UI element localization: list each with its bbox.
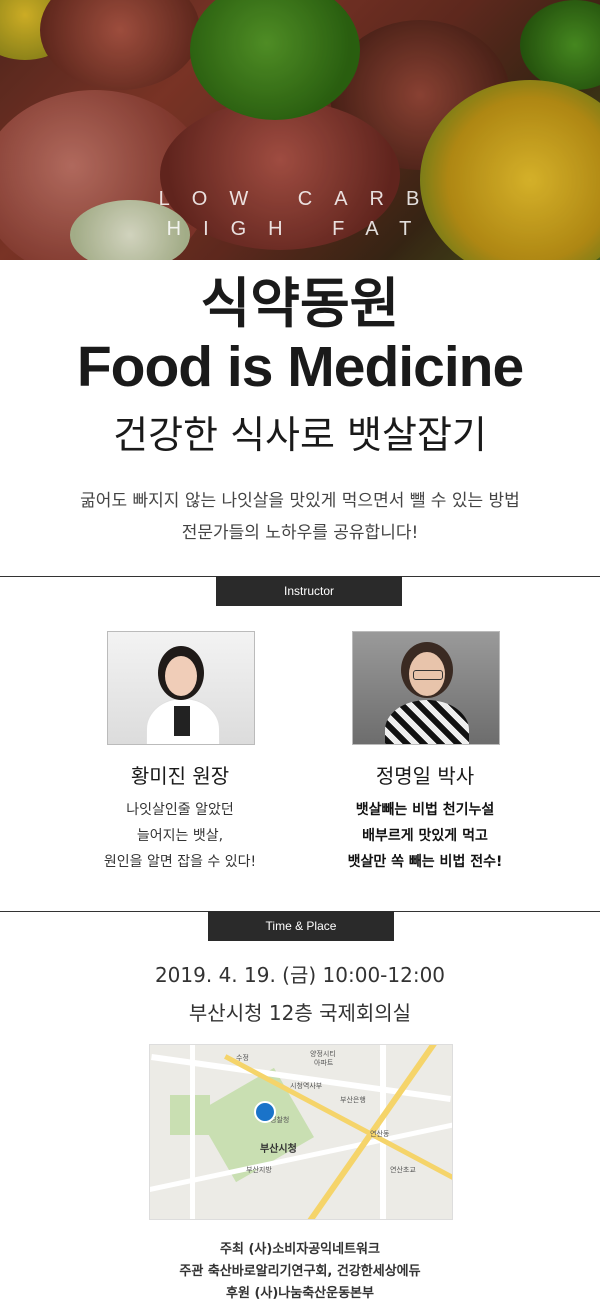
map-center-label: 부산시청 <box>260 1144 297 1155</box>
map-label: 아파트 <box>314 1059 334 1067</box>
glasses <box>413 670 443 680</box>
bio-line: 원인을 알면 잡을 수 있다! <box>103 854 257 870</box>
map-label: 연산동 <box>370 1130 390 1138</box>
instructor-bio: 뱃살빼는 비법 천기누설 배부르게 맛있게 먹고 뱃살만 쏙 빼는 비법 전수! <box>305 797 545 875</box>
map-label: 수정 <box>236 1054 249 1062</box>
instructor-bio: 나잇살인줄 알았던 늘어지는 뱃살, 원인을 알면 잡을 수 있다! <box>60 797 300 875</box>
map-pin-icon[interactable] <box>254 1101 276 1123</box>
section-label-instructor: Instructor <box>216 576 402 606</box>
section-label-time-place: Time & Place <box>208 911 394 941</box>
bio-line: 뱃살빼는 비법 천기누설 <box>355 802 495 818</box>
location-map[interactable]: 수정 양정시티 아파트 시청역사부 부산은행 연산동 경찰청 부산지방 연산초교… <box>149 1044 453 1220</box>
organizer-line: 주관 축산바로알리기연구회, 건강한세상에듀 <box>179 1264 421 1279</box>
event-datetime: 2019. 4. 19. (금) 10:00-12:00 <box>154 963 446 987</box>
bio-line: 뱃살만 쏙 빼는 비법 전수! <box>347 854 503 870</box>
title-english: Food is Medicine <box>76 335 524 399</box>
map-label: 시청역사부 <box>290 1082 323 1090</box>
hero-caption-line1: LOW CARB <box>158 188 442 210</box>
bio-line: 늘어지는 뱃살, <box>136 828 224 844</box>
organizer-line: 후원 (사)나눔축산운동본부 <box>226 1286 374 1301</box>
bio-line: 나잇살인줄 알았던 <box>126 802 234 818</box>
description-line: 전문가들의 노하우를 공유합니다! <box>181 523 419 543</box>
map-label: 부산지방 <box>246 1166 272 1174</box>
instructor-photo <box>352 631 500 745</box>
organizer-line: 주최 (사)소비자공익네트워크 <box>220 1242 380 1257</box>
instructor-name: 황미진 원장 <box>130 764 230 788</box>
title-korean: 식약동원 <box>200 272 400 335</box>
hero-caption-line2: HIGH FAT <box>166 218 434 240</box>
description-line: 굶어도 빠지지 않는 나잇살을 맛있게 먹으면서 뺄 수 있는 방법 <box>80 491 520 511</box>
subtitle: 건강한 식사로 뱃살잡기 <box>113 413 487 457</box>
map-label: 연산초교 <box>390 1166 416 1174</box>
instructor-photo <box>107 631 255 745</box>
hero-banner: LOW CARB HIGH FAT <box>0 0 600 260</box>
bio-line: 배부르게 맛있게 먹고 <box>362 828 488 844</box>
map-label: 부산은행 <box>340 1096 366 1104</box>
instructor-name: 정명일 박사 <box>375 764 475 788</box>
event-place: 부산시청 12층 국제회의실 <box>188 1001 412 1025</box>
